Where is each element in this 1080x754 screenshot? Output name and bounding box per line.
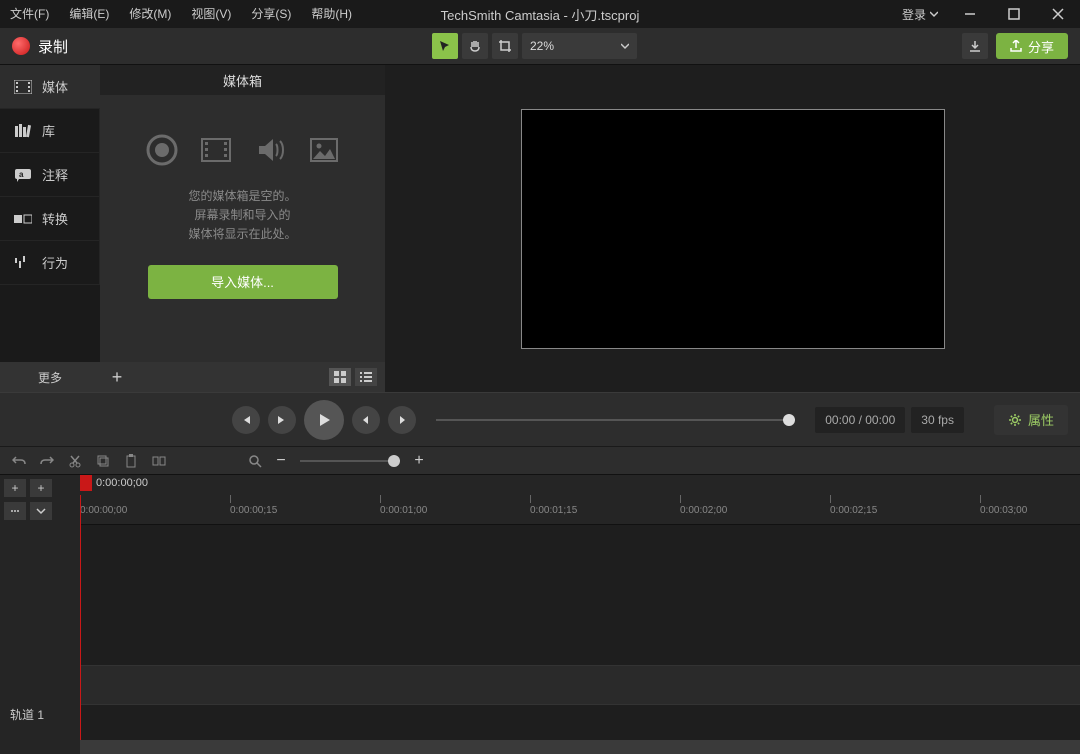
menu-file[interactable]: 文件(F) (0, 0, 59, 28)
record-type-icon (145, 133, 179, 167)
main-area: 媒体 库 a 注释 转换 行为 更多 媒体箱 (0, 64, 1080, 392)
menu-help[interactable]: 帮助(H) (301, 0, 362, 28)
video-type-icon (199, 133, 233, 167)
chevron-down-icon (930, 10, 938, 18)
playback-scrubber[interactable] (436, 419, 795, 421)
menu-share[interactable]: 分享(S) (241, 0, 301, 28)
timeline-tracks[interactable] (80, 525, 1080, 725)
preview-canvas[interactable] (521, 109, 945, 349)
playback-time: 00:00 / 00:00 (815, 407, 905, 433)
track-label[interactable]: 轨道 1 (0, 694, 80, 734)
timeline: + + 轨道 1 0:00:00;00 0:00:00;00 0:00:00;1… (0, 474, 1080, 754)
crop-tool[interactable] (492, 33, 518, 59)
import-media-button[interactable]: 导入媒体... (148, 265, 338, 299)
playhead[interactable]: 0:00:00;00 (80, 475, 92, 491)
gear-icon (1008, 413, 1022, 427)
cut-button[interactable] (66, 452, 84, 470)
record-icon (12, 37, 30, 55)
prev-clip-button[interactable] (352, 406, 380, 434)
timeline-toolbar: − + (0, 446, 1080, 474)
paste-button[interactable] (122, 452, 140, 470)
sidebar: 媒体 库 a 注释 转换 行为 更多 (0, 65, 100, 392)
canvas-area (385, 65, 1080, 392)
timeline-zoom-slider[interactable] (300, 460, 400, 462)
minimize-button[interactable] (948, 0, 992, 28)
track-row[interactable] (80, 665, 1080, 705)
share-button[interactable]: 分享 (996, 33, 1068, 59)
sidebar-tab-media[interactable]: 媒体 (0, 65, 100, 109)
behavior-icon (14, 256, 32, 270)
zoom-in-button[interactable]: + (410, 452, 428, 470)
menu-bar: 文件(F) 编辑(E) 修改(M) 视图(V) 分享(S) 帮助(H) Tech… (0, 0, 1080, 28)
download-button[interactable] (962, 33, 988, 59)
zoom-out-button[interactable]: − (272, 452, 290, 470)
mediabin-empty-text: 您的媒体箱是空的。 屏幕录制和导入的 媒体将显示在此处。 (188, 187, 296, 245)
list-view-button[interactable] (355, 368, 377, 386)
image-type-icon (307, 133, 341, 167)
transition-icon (14, 212, 32, 226)
copy-button[interactable] (94, 452, 112, 470)
sidebar-tab-behavior[interactable]: 行为 (0, 241, 100, 285)
login-button[interactable]: 登录 (892, 6, 948, 23)
redo-button[interactable] (38, 452, 56, 470)
track-add-above-button[interactable]: + (4, 479, 26, 497)
menu-view[interactable]: 视图(V) (181, 0, 241, 28)
library-icon (14, 124, 32, 138)
next-frame-button[interactable] (268, 406, 296, 434)
add-media-button[interactable]: + (108, 368, 126, 386)
window-title: TechSmith Camtasia - 小刀.tscproj (441, 5, 640, 24)
sidebar-tab-library[interactable]: 库 (0, 109, 100, 153)
sidebar-tab-annotation[interactable]: a 注释 (0, 153, 100, 197)
track-options-button[interactable] (4, 502, 26, 520)
annotation-icon: a (14, 168, 32, 182)
svg-text:a: a (19, 170, 24, 179)
track-collapse-button[interactable] (30, 502, 52, 520)
chevron-down-icon (621, 42, 629, 50)
record-button[interactable]: 录制 (12, 36, 68, 57)
sidebar-tab-transition[interactable]: 转换 (0, 197, 100, 241)
maximize-button[interactable] (992, 0, 1036, 28)
audio-type-icon (253, 133, 287, 167)
sidebar-more[interactable]: 更多 (0, 362, 100, 392)
timeline-scrollbar[interactable] (80, 740, 1080, 754)
timeline-ruler[interactable]: 0:00:00;00 0:00:00;15 0:00:01;00 0:00:01… (80, 495, 1080, 525)
pan-tool[interactable] (462, 33, 488, 59)
toolbar: 录制 22% 分享 (0, 28, 1080, 64)
mediabin-type-icons (145, 133, 341, 167)
media-icon (14, 80, 32, 94)
track-add-below-button[interactable]: + (30, 479, 52, 497)
play-button[interactable] (304, 400, 344, 440)
split-button[interactable] (150, 452, 168, 470)
cursor-tool[interactable] (432, 33, 458, 59)
fps-selector[interactable]: 30 fps (911, 407, 964, 433)
prev-frame-button[interactable] (232, 406, 260, 434)
undo-button[interactable] (10, 452, 28, 470)
playback-bar: 00:00 / 00:00 30 fps 属性 (0, 392, 1080, 446)
mediabin-header: 媒体箱 (100, 65, 385, 95)
media-bin: 媒体箱 您的媒体箱是空的。 屏幕录制和导入的 媒体将显示在此处。 导入媒体...… (100, 65, 385, 392)
search-icon (248, 454, 262, 468)
share-icon (1010, 40, 1022, 52)
close-button[interactable] (1036, 0, 1080, 28)
grid-view-button[interactable] (329, 368, 351, 386)
next-clip-button[interactable] (388, 406, 416, 434)
properties-button[interactable]: 属性 (994, 405, 1068, 435)
canvas-zoom-select[interactable]: 22% (522, 33, 637, 59)
menu-edit[interactable]: 编辑(E) (59, 0, 119, 28)
menu-modify[interactable]: 修改(M) (119, 0, 181, 28)
